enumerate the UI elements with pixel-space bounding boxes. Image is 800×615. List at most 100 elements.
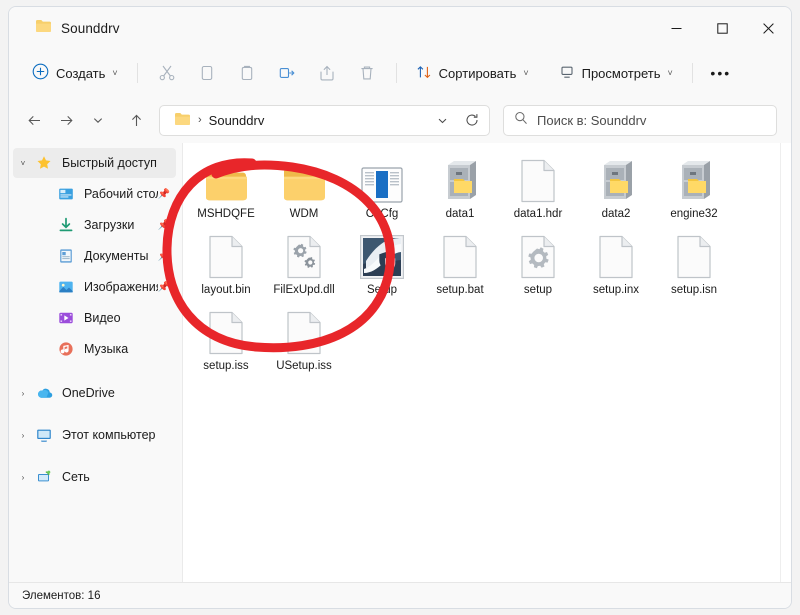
address-row: › Sounddrv Поиск в: Sounddrv <box>9 97 791 143</box>
cabinet-icon <box>670 155 718 203</box>
file-tile[interactable]: Setup <box>343 225 421 301</box>
back-button[interactable] <box>19 105 49 135</box>
blank-file-icon <box>436 231 484 279</box>
sidebar-item-label: Документы <box>84 249 149 263</box>
file-tile[interactable]: USetup.iss <box>265 301 343 377</box>
desktop-icon <box>55 186 77 202</box>
sidebar-item-label: Быстрый доступ <box>62 156 157 170</box>
up-button[interactable] <box>121 105 151 135</box>
share-button[interactable] <box>308 57 346 89</box>
forward-button[interactable] <box>51 105 81 135</box>
folder-icon <box>174 112 191 129</box>
pin-icon[interactable]: 📌 <box>158 251 170 262</box>
file-tile[interactable]: setup.isn <box>655 225 733 301</box>
sidebar-item-label: Этот компьютер <box>62 428 156 442</box>
view-button-label: Просмотреть <box>581 65 661 81</box>
chevron-down-icon[interactable]: ˅ <box>13 159 33 168</box>
setup-shield-icon <box>358 231 406 279</box>
this-pc-icon <box>33 427 55 443</box>
blank-file-icon <box>670 231 718 279</box>
folder-icon <box>202 155 250 203</box>
file-tile[interactable]: setup <box>499 225 577 301</box>
chevron-right-icon[interactable]: › <box>13 473 33 482</box>
screenshot-root: Sounddrv Создать ˅ Сортировать ˅ Просмот… <box>0 0 800 615</box>
file-tile[interactable]: FilExUpd.dll <box>265 225 343 301</box>
file-tile[interactable]: MSHDQFE <box>187 149 265 225</box>
sidebar-item-network[interactable]: › Сеть <box>13 462 176 492</box>
file-tile[interactable]: data1.hdr <box>499 149 577 225</box>
refresh-button[interactable] <box>459 107 485 133</box>
gear-file-icon <box>514 231 562 279</box>
toolbar-separator-2 <box>395 63 397 83</box>
sidebar-item-this-pc[interactable]: › Этот компьютер <box>13 420 176 450</box>
sort-button[interactable]: Сортировать ˅ <box>407 57 538 89</box>
title-bar: Sounddrv <box>9 7 791 49</box>
sidebar-item-pictures[interactable]: Изображения 📌 <box>13 272 176 302</box>
recent-locations-button[interactable] <box>83 105 113 135</box>
downloads-icon <box>55 217 77 233</box>
gears-file-icon <box>280 231 328 279</box>
copy-button[interactable] <box>188 57 226 89</box>
search-box[interactable]: Поиск в: Sounddrv <box>503 104 777 136</box>
sidebar-item-music[interactable]: Музыка <box>13 334 176 364</box>
pin-icon[interactable]: 📌 <box>158 189 170 200</box>
vertical-scrollbar[interactable] <box>780 143 791 582</box>
explorer-tab[interactable]: Sounddrv <box>25 14 130 43</box>
cabinet-icon <box>592 155 640 203</box>
file-name-label: Setup <box>366 284 398 296</box>
folder-icon <box>35 19 52 38</box>
more-options-button[interactable]: ••• <box>703 57 739 89</box>
sidebar-item-desktop[interactable]: Рабочий стол 📌 <box>13 179 176 209</box>
sidebar-item-downloads[interactable]: Загрузки 📌 <box>13 210 176 240</box>
file-tile[interactable]: layout.bin <box>187 225 265 301</box>
navigation-pane[interactable]: ˅ Быстрый доступ Рабочий стол 📌 Загрузки 📌 Док… <box>9 143 182 582</box>
search-input[interactable]: Поиск в: Sounddrv <box>537 113 646 128</box>
file-name-label: data2 <box>601 208 631 220</box>
star-icon <box>33 155 55 171</box>
file-tile[interactable]: engine32 <box>655 149 733 225</box>
file-tile[interactable]: setup.inx <box>577 225 655 301</box>
minimize-button[interactable] <box>653 7 699 49</box>
view-button[interactable]: Просмотреть ˅ <box>550 57 682 89</box>
cut-button[interactable] <box>148 57 186 89</box>
video-icon <box>55 310 77 326</box>
maximize-button[interactable] <box>699 7 745 49</box>
delete-button[interactable] <box>348 57 386 89</box>
address-bar-actions <box>429 107 485 133</box>
sidebar-item-label: Рабочий стол <box>84 187 158 201</box>
rename-button[interactable] <box>268 57 306 89</box>
sidebar-item-label: OneDrive <box>62 386 115 400</box>
pin-icon[interactable]: 📌 <box>158 220 170 231</box>
cabinet-icon <box>436 155 484 203</box>
paste-button[interactable] <box>228 57 266 89</box>
sidebar-item-onedrive[interactable]: › OneDrive <box>13 378 176 408</box>
file-name-label: ChCfg <box>365 208 399 220</box>
file-name-label: layout.bin <box>201 284 251 296</box>
file-list-pane[interactable]: MSHDQFE WDM ChCfg data1 data1.hdr data2 engine… <box>182 143 791 582</box>
address-bar[interactable]: › Sounddrv <box>159 104 490 136</box>
file-tile[interactable]: WDM <box>265 149 343 225</box>
file-tile[interactable]: setup.bat <box>421 225 499 301</box>
file-tile[interactable]: data1 <box>421 149 499 225</box>
file-tile[interactable]: ChCfg <box>343 149 421 225</box>
address-dropdown-button[interactable] <box>429 107 455 133</box>
pin-icon[interactable]: 📌 <box>158 282 170 293</box>
tab-title: Sounddrv <box>61 20 120 36</box>
file-tile[interactable]: setup.iss <box>187 301 265 377</box>
close-button[interactable] <box>745 7 791 49</box>
chevron-right-icon[interactable]: › <box>13 389 33 398</box>
breadcrumb-separator: › <box>198 114 202 126</box>
blank-file-icon <box>202 307 250 355</box>
blank-file-icon <box>202 231 250 279</box>
sidebar-item-videos[interactable]: Видео <box>13 303 176 333</box>
file-tile[interactable]: data2 <box>577 149 655 225</box>
sidebar-item-label: Видео <box>84 311 121 325</box>
onedrive-icon <box>33 386 55 400</box>
sidebar-item-documents[interactable]: Документы 📌 <box>13 241 176 271</box>
new-button[interactable]: Создать ˅ <box>23 57 127 89</box>
file-name-label: WDM <box>289 208 319 220</box>
file-name-label: setup.iss <box>203 360 249 372</box>
sidebar-item-quick-access[interactable]: ˅ Быстрый доступ <box>13 148 176 178</box>
chevron-right-icon[interactable]: › <box>13 431 33 440</box>
breadcrumb[interactable]: › Sounddrv <box>168 110 270 131</box>
